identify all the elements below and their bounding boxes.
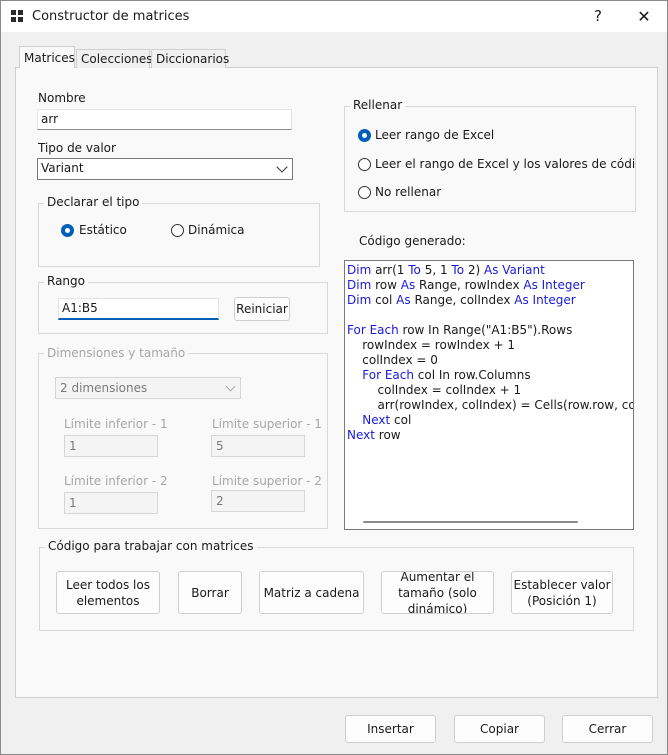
limite-superior-1-input: 5	[211, 435, 305, 457]
close-window-button[interactable]: ✕	[621, 1, 667, 32]
tab-colecciones[interactable]: Colecciones	[76, 49, 153, 68]
declarar-tipo-title: Declarar el tipo	[44, 195, 143, 209]
tipo-valor-label: Tipo de valor	[38, 141, 116, 155]
rango-input[interactable]: A1:B5	[58, 298, 219, 320]
matriz-a-cadena-button[interactable]: Matriz a cadena	[259, 571, 364, 614]
rango-title: Rango	[44, 274, 88, 288]
insertar-button[interactable]: Insertar	[345, 715, 436, 743]
tab-diccionarios[interactable]: Diccionarios	[151, 49, 229, 68]
radio-leer-rango[interactable]	[358, 129, 371, 142]
code-line-3: Dim col As Range, colIndex As Integer	[347, 293, 576, 307]
radio-estatico[interactable]	[61, 224, 74, 237]
radio-leer-rango-codigo-label[interactable]: Leer el rango de Excel y los valores de …	[375, 157, 635, 171]
limite-inferior-1-label: Límite inferior - 1	[64, 417, 168, 431]
rellenar-title: Rellenar	[350, 98, 406, 112]
help-button[interactable]: ?	[575, 1, 621, 32]
radio-dinamica[interactable]	[171, 224, 184, 237]
code-line-2: Dim row As Range, rowIndex As Integer	[347, 278, 585, 292]
nombre-input[interactable]: arr	[37, 109, 292, 130]
radio-estatico-label[interactable]: Estático	[79, 223, 127, 237]
code-line-1: Dim arr(1 To 5, 1 To 2) As Variant	[347, 263, 545, 277]
dimensiones-select: 2 dimensiones	[55, 377, 241, 399]
tipo-valor-selected: Variant	[41, 161, 84, 175]
acciones-title: Código para trabajar con matrices	[45, 539, 257, 553]
limite-superior-2-input: 2	[211, 490, 305, 512]
limite-inferior-2-label: Límite inferior - 2	[64, 474, 168, 488]
leer-todos-button[interactable]: Leer todos los elementos	[56, 571, 160, 614]
radio-no-rellenar[interactable]	[358, 186, 371, 199]
radio-dinamica-label[interactable]: Dinámica	[188, 223, 245, 237]
aumentar-tamano-button[interactable]: Aumentar el tamaño (solo dinámico)	[381, 571, 494, 614]
dialog-window: Constructor de matrices ? ✕ Matrices Col…	[0, 0, 668, 755]
code-line-12: Next row	[347, 428, 401, 442]
limite-superior-1-label: Límite superior - 1	[212, 417, 322, 431]
tipo-valor-select[interactable]: Variant	[37, 158, 293, 180]
chevron-down-icon	[225, 381, 236, 392]
code-line-5: For Each row In Range("A1:B5").Rows	[347, 323, 573, 337]
code-line-8: For Each col In row.Columns	[362, 368, 531, 382]
radio-no-rellenar-label[interactable]: No rellenar	[375, 185, 441, 199]
limite-inferior-2-input: 1	[64, 492, 158, 514]
copiar-button[interactable]: Copiar	[454, 715, 545, 743]
chevron-down-icon	[276, 161, 288, 173]
code-line-9: colIndex = colIndex + 1	[347, 383, 522, 397]
code-line-6: rowIndex = rowIndex + 1	[347, 338, 515, 352]
app-icon	[11, 10, 23, 22]
horizontal-scrollbar[interactable]	[363, 521, 578, 523]
radio-leer-rango-codigo[interactable]	[358, 158, 371, 171]
tab-matrices[interactable]: Matrices	[19, 46, 75, 68]
window-title: Constructor de matrices	[32, 9, 190, 24]
cerrar-button[interactable]: Cerrar	[562, 715, 653, 743]
establecer-valor-button[interactable]: Establecer valor (Posición 1)	[511, 571, 613, 614]
nombre-label: Nombre	[38, 91, 86, 105]
code-preview[interactable]: Dim arr(1 To 5, 1 To 2) As Variant Dim r…	[344, 260, 634, 530]
borrar-button[interactable]: Borrar	[178, 571, 242, 614]
codigo-generado-label: Código generado:	[359, 234, 466, 248]
limite-inferior-1-input: 1	[64, 435, 158, 457]
limite-superior-2-label: Límite superior - 2	[212, 474, 322, 488]
radio-leer-rango-label[interactable]: Leer rango de Excel	[375, 128, 494, 142]
code-line-7: colIndex = 0	[347, 353, 438, 367]
dimensiones-title: Dimensiones y tamaño	[44, 346, 189, 360]
title-bar: Constructor de matrices ? ✕	[1, 1, 667, 32]
reiniciar-button[interactable]: Reiniciar	[234, 297, 290, 321]
dimensiones-selected: 2 dimensiones	[60, 381, 148, 395]
code-line-10: arr(rowIndex, colIndex) = Cells(row.row,…	[377, 398, 633, 412]
code-line-11: Next col	[362, 413, 412, 427]
